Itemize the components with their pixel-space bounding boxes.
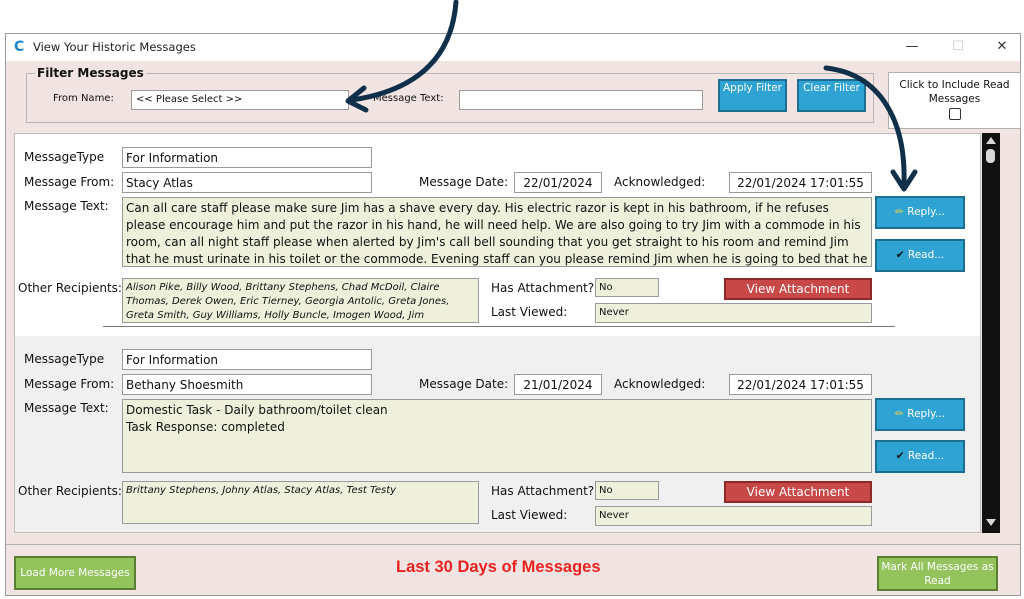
message-text-line: Task Response: completed xyxy=(126,420,285,434)
apply-filter-button[interactable]: Apply Filter xyxy=(718,79,787,112)
scroll-thumb[interactable] xyxy=(986,149,995,163)
acknowledged-label: Acknowledged: xyxy=(614,175,706,189)
message-from-field: Bethany Shoesmith xyxy=(122,374,372,395)
footer-divider xyxy=(6,544,1020,545)
message-from-label: Message From: xyxy=(24,377,115,391)
scroll-up-arrow-icon[interactable] xyxy=(986,137,996,144)
message-from-field: Stacy Atlas xyxy=(122,172,372,193)
message-divider xyxy=(103,326,895,327)
filter-legend: Filter Messages xyxy=(35,66,146,80)
other-recipients-field: Alison Pike, Billy Wood, Brittany Stephe… xyxy=(122,278,479,323)
from-name-label: From Name: xyxy=(53,93,114,104)
clear-filter-button[interactable]: Clear Filter xyxy=(797,79,866,112)
messages-window: C View Your Historic Messages — ☐ ✕ Filt… xyxy=(5,33,1021,596)
has-attachment-field: No xyxy=(595,481,659,500)
message-text-field: Can all care staff please make sure Jim … xyxy=(122,197,872,267)
pencil-icon: ✏ xyxy=(895,206,904,218)
message-text-label: Message Text: xyxy=(373,93,444,104)
message-from-label: Message From: xyxy=(24,175,115,189)
acknowledged-label: Acknowledged: xyxy=(614,377,706,391)
maximize-button[interactable]: ☐ xyxy=(944,37,972,57)
app-logo-icon: C xyxy=(14,39,25,55)
other-recipients-label: Other Recipients: xyxy=(18,484,122,498)
last-viewed-field: Never xyxy=(595,303,872,323)
view-attachment-button[interactable]: View Attachment xyxy=(724,481,872,503)
message-date-label: Message Date: xyxy=(419,377,509,391)
has-attachment-label: Has Attachment?: xyxy=(491,484,599,498)
view-attachment-button[interactable]: View Attachment xyxy=(724,278,872,300)
message-text-label: Message Text: xyxy=(24,199,109,213)
read-button[interactable]: ✔ Read... xyxy=(875,239,965,272)
message-date-label: Message Date: xyxy=(419,175,509,189)
read-button[interactable]: ✔ Read... xyxy=(875,440,965,473)
other-recipients-field: Brittany Stephens, Johny Atlas, Stacy At… xyxy=(122,481,479,524)
from-name-select[interactable]: << Please Select >> xyxy=(131,90,349,110)
include-read-label: Click to Include Read Messages xyxy=(899,79,1010,105)
include-read-checkbox[interactable] xyxy=(948,108,961,120)
acknowledged-field: 22/01/2024 17:01:55 xyxy=(729,374,872,395)
window-title: View Your Historic Messages xyxy=(33,40,196,54)
last-viewed-label: Last Viewed: xyxy=(491,508,568,522)
message-type-field: For Information xyxy=(122,349,372,370)
reply-button-label: Reply... xyxy=(907,206,945,218)
message-type-label: MessageType xyxy=(24,150,105,164)
include-read-box: Click to Include Read Messages xyxy=(888,72,1021,129)
read-button-label: Read... xyxy=(907,450,945,462)
reply-button[interactable]: ✏ Reply... xyxy=(875,196,965,229)
message-card-2: MessageType For Information Message From… xyxy=(15,336,980,532)
message-date-field: 21/01/2024 xyxy=(514,374,602,395)
message-text-field: Domestic Task - Daily bathroom/toilet cl… xyxy=(122,399,872,473)
reply-button[interactable]: ✏ Reply... xyxy=(875,398,965,431)
minimize-button[interactable]: — xyxy=(898,37,926,57)
last-viewed-label: Last Viewed: xyxy=(491,305,568,319)
check-icon: ✔ xyxy=(895,249,905,261)
pencil-icon: ✏ xyxy=(895,408,904,420)
scroll-down-arrow-icon[interactable] xyxy=(986,519,996,526)
reply-button-label: Reply... xyxy=(907,408,945,420)
filter-messages-group: Filter Messages From Name: << Please Sel… xyxy=(26,66,874,123)
message-list-scrollbar[interactable] xyxy=(982,133,1000,533)
message-text-input[interactable] xyxy=(459,90,703,110)
mark-all-read-button[interactable]: Mark All Messages as Read xyxy=(877,556,998,591)
read-button-label: Read... xyxy=(907,249,945,261)
title-bar: C View Your Historic Messages — ☐ ✕ xyxy=(6,34,1020,61)
acknowledged-field: 22/01/2024 17:01:55 xyxy=(729,172,872,193)
message-text-label: Message Text: xyxy=(24,401,109,415)
footer-title: Last 30 Days of Messages xyxy=(396,558,601,576)
last-viewed-field: Never xyxy=(595,506,872,526)
check-icon: ✔ xyxy=(895,450,905,462)
message-type-label: MessageType xyxy=(24,352,105,366)
message-date-field: 22/01/2024 xyxy=(514,172,602,193)
close-button[interactable]: ✕ xyxy=(988,37,1016,57)
message-text-line: Domestic Task - Daily bathroom/toilet cl… xyxy=(126,403,388,417)
load-more-messages-button[interactable]: Load More Messages xyxy=(14,556,136,590)
message-list: MessageType For Information Message From… xyxy=(14,133,981,533)
has-attachment-field: No xyxy=(595,278,659,297)
message-type-field: For Information xyxy=(122,147,372,168)
message-card-1: MessageType For Information Message From… xyxy=(15,134,980,331)
has-attachment-label: Has Attachment?: xyxy=(491,281,599,295)
other-recipients-label: Other Recipients: xyxy=(18,281,122,295)
